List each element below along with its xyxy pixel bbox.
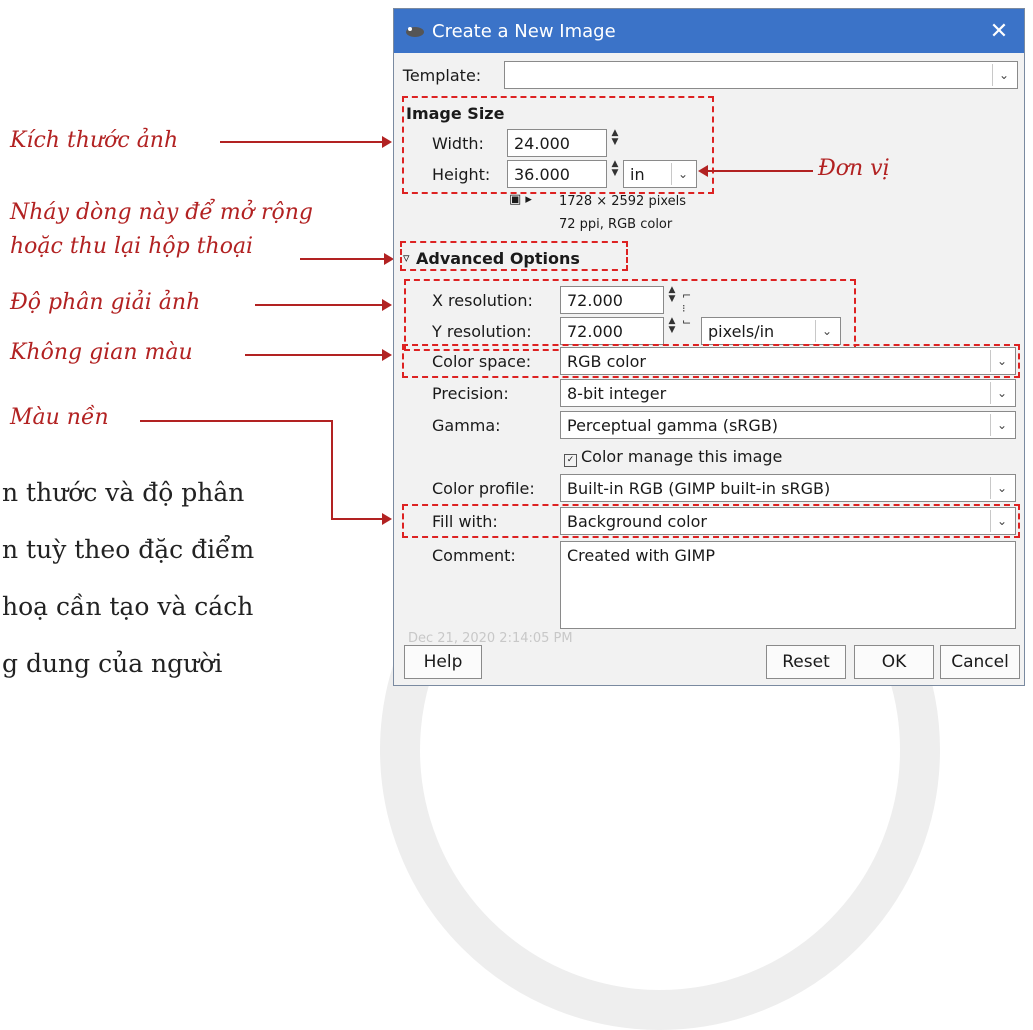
precision-label: Precision:: [432, 384, 509, 403]
arrow-resolution: [255, 299, 392, 311]
comment-label: Comment:: [432, 546, 516, 565]
highlight-image-size: [402, 96, 714, 194]
create-image-dialog: Create a New Image ✕ TTemplate: ⌄ Image …: [393, 8, 1025, 686]
highlight-advanced: [400, 241, 628, 271]
gamma-value: Perceptual gamma (sRGB): [567, 415, 779, 435]
gamma-select[interactable]: Perceptual gamma (sRGB) ⌄: [560, 411, 1016, 439]
precision-select[interactable]: 8-bit integer ⌄: [560, 379, 1016, 407]
dialog-title: Create a New Image: [432, 20, 616, 42]
body-text-line1: n thước và độ phân: [2, 478, 245, 507]
chevron-down-icon: ⌄: [990, 414, 1013, 436]
color-profile-value: Built-in RGB (GIMP built-in sRGB): [567, 478, 831, 498]
portrait-landscape-icon[interactable]: ▣ ▸: [509, 192, 532, 207]
annotation-image-size: Kích thước ảnh: [10, 128, 179, 153]
template-label: TTemplate:: [402, 66, 482, 85]
precision-value: 8-bit integer: [567, 383, 667, 403]
ppi-info: 72 ppi, RGB color: [559, 217, 673, 232]
date-stamp: Dec 21, 2020 2:14:05 PM: [408, 631, 573, 646]
body-text-line2: n tuỳ theo đặc điểm: [2, 535, 255, 564]
body-text-line4: g dung của người: [2, 649, 223, 678]
close-button[interactable]: ✕: [984, 19, 1014, 44]
comment-textarea[interactable]: Created with GIMP: [560, 541, 1016, 629]
ok-button[interactable]: OK: [854, 645, 934, 679]
checkbox-icon[interactable]: ✓: [564, 454, 577, 467]
highlight-resolution: [404, 279, 856, 351]
annotation-color-space: Không gian màu: [10, 340, 193, 365]
highlight-fill: [402, 504, 1020, 538]
body-text-line3: hoạ cần tạo và cách: [2, 592, 254, 621]
reset-button[interactable]: Reset: [766, 645, 846, 679]
color-profile-select[interactable]: Built-in RGB (GIMP built-in sRGB) ⌄: [560, 474, 1016, 502]
chevron-down-icon: ⌄: [992, 64, 1015, 86]
arrow-advanced: [300, 253, 394, 265]
arrow-image-size: [220, 136, 392, 148]
arrow-units: [698, 165, 813, 177]
help-button[interactable]: Help: [404, 645, 482, 679]
color-manage-label: Color manage this image: [581, 447, 783, 466]
annotation-units: Đơn vị: [818, 156, 890, 181]
color-profile-label: Color profile:: [432, 479, 535, 498]
cancel-button[interactable]: Cancel: [940, 645, 1020, 679]
title-bar: Create a New Image ✕: [394, 9, 1024, 53]
highlight-color-space: [402, 344, 1020, 378]
gamma-label: Gamma:: [432, 416, 501, 435]
arrow-background: [331, 513, 392, 525]
annotation-resolution: Độ phân giải ảnh: [10, 290, 201, 315]
template-label-text: Template:: [402, 66, 482, 85]
gimp-icon: [406, 27, 424, 37]
arrow-color-space: [245, 349, 392, 361]
chevron-down-icon: ⌄: [990, 382, 1013, 404]
line-background-top: [140, 420, 332, 422]
template-select[interactable]: ⌄: [504, 61, 1018, 89]
annotation-expand-line1: Nháy dòng này để mở rộng: [10, 200, 313, 225]
annotation-background: Màu nền: [10, 405, 109, 430]
color-manage-checkbox[interactable]: ✓ Color manage this image: [564, 447, 782, 467]
pixels-info: 1728 × 2592 pixels: [559, 194, 686, 209]
line-background-vertical: [331, 420, 333, 520]
chevron-down-icon: ⌄: [990, 477, 1013, 499]
annotation-expand-line2: hoặc thu lại hộp thoại: [10, 234, 254, 259]
